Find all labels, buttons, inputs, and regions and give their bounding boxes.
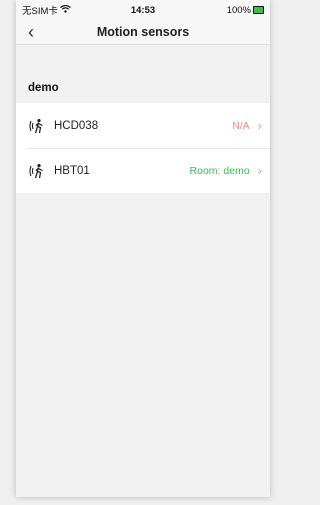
list-item[interactable]: HBT01 Room: demo › [16,148,270,193]
carrier-label: 无SIM卡 [22,6,58,17]
sensor-status: N/A [232,119,250,132]
page-title: Motion sensors [96,25,190,39]
motion-sensor-icon [28,163,46,179]
status-left: 无SIM卡 [22,3,71,17]
sensor-name: HBT01 [54,164,90,177]
chevron-right-icon: › [257,118,262,133]
screen: 无SIM卡 14:53 100% ‹ Motion sensors demo H… [0,0,286,505]
list-item[interactable]: HCD038 N/A › [16,103,270,148]
chevron-right-icon: › [257,163,262,178]
status-right: 100% [227,5,264,16]
nav-bar: ‹ Motion sensors [16,20,270,45]
battery-icon [253,6,264,14]
battery-percent: 100% [226,4,251,16]
sensor-list: HCD038 N/A › HBT01 Room: demo › [16,103,270,193]
sensor-status: Room: demo [189,164,250,177]
sensor-name: HCD038 [54,119,99,132]
motion-sensor-icon [28,118,46,134]
status-bar: 无SIM卡 14:53 100% [16,0,270,20]
phone-frame: 无SIM卡 14:53 100% ‹ Motion sensors demo H… [16,0,270,497]
back-chevron-icon[interactable]: ‹ [28,23,34,41]
section-header: demo [28,82,59,94]
wifi-icon [60,4,71,16]
